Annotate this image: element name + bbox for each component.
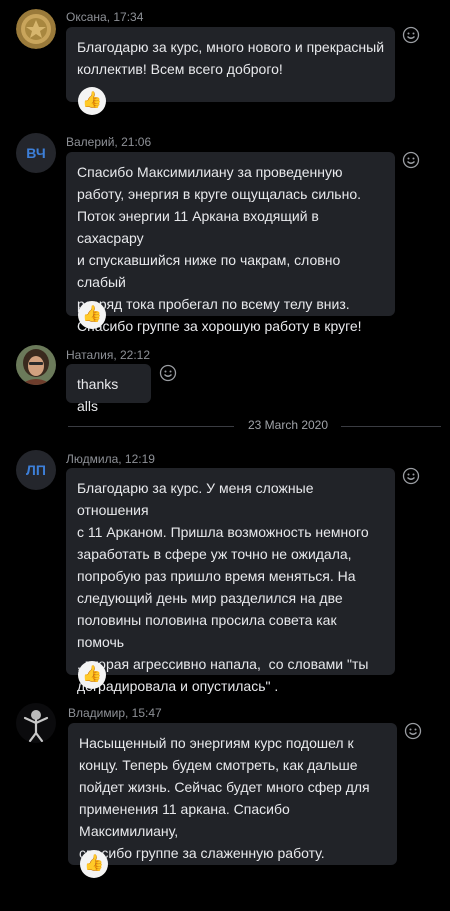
separator-line: [341, 426, 441, 427]
message-bubble[interactable]: Спасибо Максимилиану за проведенную рабо…: [66, 152, 395, 334]
smiley-icon[interactable]: [402, 26, 420, 44]
avatar-vladimir[interactable]: [16, 703, 56, 743]
smiley-icon[interactable]: [404, 722, 422, 740]
message-meta: Наталия, 22:12: [66, 348, 151, 362]
date-label: 23 March 2020: [247, 418, 329, 432]
separator-line: [68, 426, 234, 427]
message-meta: Оксана, 17:34: [66, 10, 144, 24]
message-bubble[interactable]: thanks alls: [66, 364, 151, 414]
thumbs-up-icon[interactable]: 👍: [80, 850, 108, 878]
portrait-avatar-image: [16, 345, 56, 385]
avatar-lyudmila[interactable]: ЛП: [16, 450, 56, 490]
thumbs-up-icon[interactable]: 👍: [78, 301, 106, 329]
message-bubble[interactable]: Насыщенный по энергиям курс подошел к ко…: [68, 723, 397, 865]
message-meta: Владимир, 15:47: [68, 706, 162, 720]
smiley-icon[interactable]: [402, 467, 420, 485]
figure-avatar-image: [16, 703, 56, 743]
coin-avatar-image: [16, 9, 56, 49]
smiley-icon[interactable]: [402, 151, 420, 169]
avatar-oksana[interactable]: [16, 9, 56, 49]
message-bubble[interactable]: Благодарю за курс. У меня сложные отноше…: [66, 468, 395, 694]
thumbs-up-icon[interactable]: 👍: [78, 661, 106, 689]
message-bubble[interactable]: Благодарю за курс, много нового и прекра…: [66, 27, 395, 102]
message-meta: Людмила, 12:19: [66, 452, 155, 466]
smiley-icon[interactable]: [159, 364, 177, 382]
thumbs-up-icon[interactable]: 👍: [78, 87, 106, 115]
date-separator: 23 March 2020: [0, 418, 450, 434]
message-meta: Валерий, 21:06: [66, 135, 152, 149]
avatar-nataliya[interactable]: [16, 345, 56, 385]
avatar-valeriy[interactable]: ВЧ: [16, 133, 56, 173]
